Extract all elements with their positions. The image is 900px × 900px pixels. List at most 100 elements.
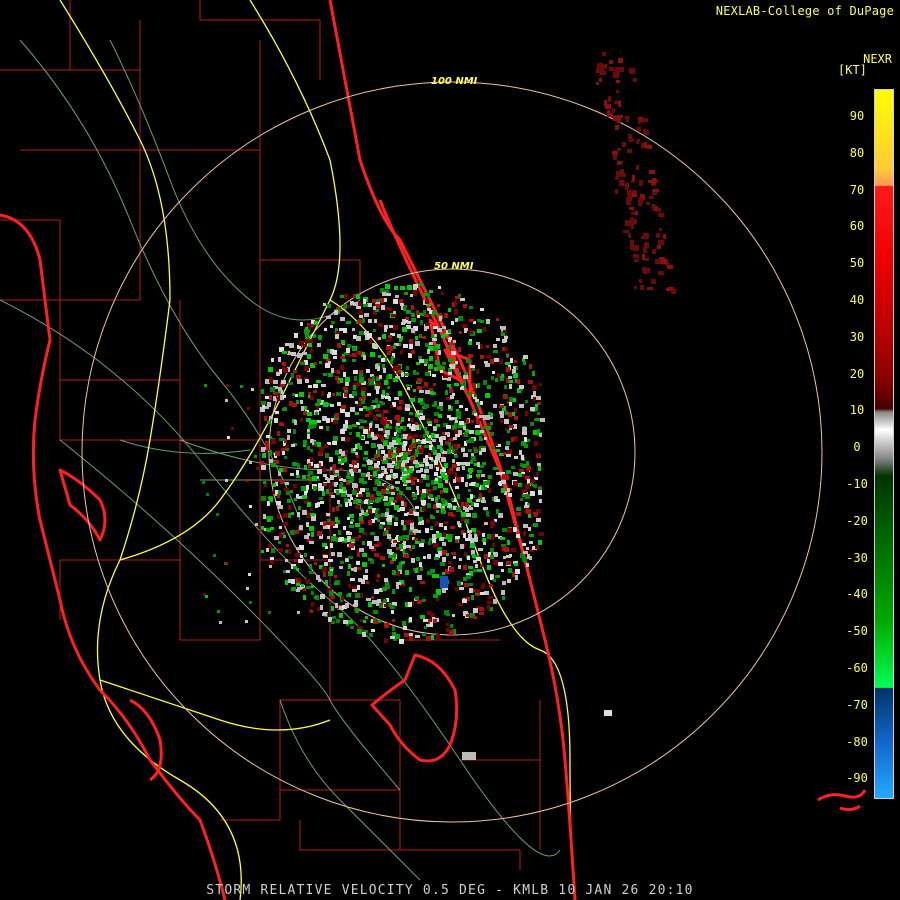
echo-pixel [519,469,524,472]
echo-pixel [479,607,484,611]
echo-pixel [340,295,344,298]
echo-pixel [402,319,406,324]
echo-pixel [466,419,469,424]
echo-pixel [434,355,437,359]
echo-pixel [454,309,458,314]
echo-pixel [318,488,321,491]
echo-pixel [396,423,400,426]
echo-pixel [281,380,286,384]
echo-pixel [202,481,205,484]
echo-pixel [374,536,379,541]
echo-pixel [317,420,321,423]
echo-pixel [507,528,512,533]
echo-pixel [354,567,357,572]
echo-pixel [310,610,313,613]
echo-pixel [246,479,249,482]
echo-pixel [629,68,635,74]
echo-pixel [369,546,374,549]
echo-pixel [285,482,289,485]
echo-pixel [409,617,412,622]
echo-pixel [644,130,649,135]
echo-pixel [428,541,431,545]
echo-pixel [404,633,409,637]
echo-pixel [470,543,475,548]
echo-pixel [358,319,362,324]
echo-pixel [469,319,474,322]
echo-pixel [393,540,397,543]
echo-pixel [415,541,420,544]
echo-pixel [507,579,511,583]
echo-pixel [312,476,317,481]
echo-pixel [421,500,426,505]
echo-pixel [495,443,498,446]
echo-pixel [519,450,522,455]
echo-pixel [330,325,333,328]
echo-pixel [277,431,280,436]
echo-pixel [631,223,634,229]
echo-pixel [435,457,440,460]
echo-pixel [602,52,606,56]
echo-pixel [365,488,369,491]
echo-pixel [319,450,322,454]
scale-tick-label: 20 [849,366,865,381]
echo-pixel [432,439,436,442]
echo-pixel [397,406,402,410]
echo-pixel [378,474,383,478]
scale-tick-label: -60 [846,661,868,675]
echo-pixel [294,498,297,501]
echo-pixel [332,507,335,512]
echo-pixel [507,488,510,492]
echo-pixel [319,426,323,429]
echo-pixel [359,446,362,450]
echo-pixel [635,211,638,215]
echo-pixel [401,417,404,422]
echo-pixel [278,387,282,391]
echo-pixel [658,271,664,275]
echo-pixel [465,519,469,524]
echo-pixel [245,620,248,623]
echo-pixel [287,435,290,440]
echo-pixel [293,429,296,434]
echo-pixel [539,433,542,437]
echo-pixel [508,412,512,417]
echo-pixel [502,347,505,351]
echo-pixel [434,472,438,476]
echo-pixel [382,390,385,395]
echo-pixel [310,556,314,559]
echo-pixel [618,58,623,63]
echo-pixel [387,386,390,389]
echo-pixel [496,338,500,341]
echo-pixel [479,415,483,418]
echo-pixel [409,636,413,641]
echo-pixel [657,245,661,249]
echo-pixel [450,526,455,529]
echo-pixel [475,564,478,568]
echo-pixel [355,352,358,355]
echo-pixel [406,480,411,483]
echo-pixel [311,424,316,428]
echo-pixel [637,139,640,142]
echo-pixel [467,556,470,560]
echo-pixel [413,293,417,296]
echo-pixel [480,355,484,359]
echo-pixel [304,553,307,557]
echo-pixel [316,380,321,383]
echo-pixel [488,412,491,415]
echo-pixel [275,490,278,494]
echo-pixel [609,60,613,64]
echo-pixel [343,526,346,530]
echo-pixel [346,594,349,597]
echo-pixel [324,562,328,566]
echo-pixel [392,461,395,464]
echo-pixel [530,479,535,483]
echo-pixel [475,430,480,435]
echo-pixel [519,484,522,487]
echo-pixel [386,375,389,380]
echo-pixel [276,372,280,376]
echo-pixel [444,526,447,530]
echo-pixel [479,438,483,441]
echo-pixel [616,80,620,83]
echo-pixel [495,575,500,578]
echo-pixel [388,452,391,457]
echo-pixel [345,437,350,442]
